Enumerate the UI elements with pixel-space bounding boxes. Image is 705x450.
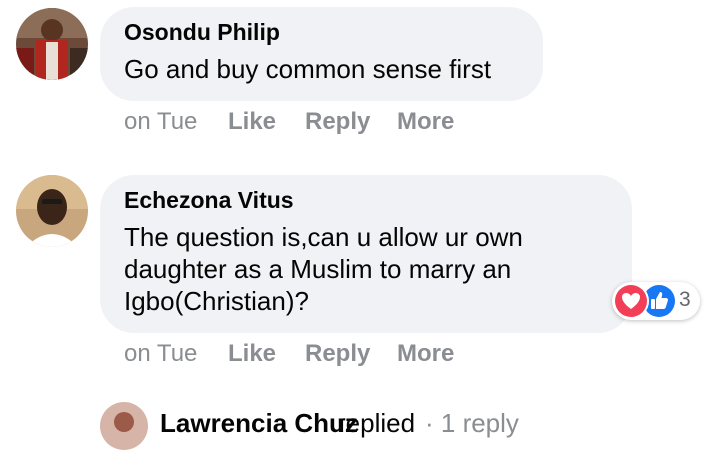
- comment-text: The question is,can u allow ur own daugh…: [124, 222, 523, 316]
- reactions-summary[interactable]: 3: [612, 282, 700, 320]
- more-button[interactable]: More: [397, 340, 454, 368]
- avatar[interactable]: [16, 8, 88, 80]
- profile-photo: [100, 402, 148, 450]
- comment-actions: on Tue Like Reply More: [124, 340, 524, 370]
- comment-text: Go and buy common sense first: [124, 54, 492, 84]
- reply-button[interactable]: Reply: [305, 108, 370, 136]
- like-button[interactable]: Like: [228, 108, 276, 136]
- comment-actions: on Tue Like Reply More: [124, 108, 524, 138]
- like-icon: [643, 285, 675, 317]
- reaction-count: 3: [679, 288, 691, 311]
- avatar: [100, 402, 148, 450]
- reply-button[interactable]: Reply: [305, 340, 370, 368]
- comment-author[interactable]: Osondu Philip: [124, 19, 519, 45]
- more-button[interactable]: More: [397, 108, 454, 136]
- comment-author[interactable]: Echezona Vitus: [124, 187, 608, 213]
- comment-bubble: Osondu Philip Go and buy common sense fi…: [100, 7, 543, 101]
- comment-bubble: Echezona Vitus The question is,can u all…: [100, 175, 632, 333]
- like-button[interactable]: Like: [228, 340, 276, 368]
- reply-count: · 1 reply: [425, 408, 519, 438]
- love-icon: [615, 285, 647, 317]
- reply-verb: replied: [337, 408, 416, 438]
- reply-author: Lawrencia Chuz: [160, 408, 358, 438]
- profile-photo: [16, 175, 88, 247]
- comment-timestamp[interactable]: on Tue: [124, 340, 197, 368]
- profile-photo: [16, 8, 88, 80]
- avatar[interactable]: [16, 175, 88, 247]
- comment-timestamp[interactable]: on Tue: [124, 108, 197, 136]
